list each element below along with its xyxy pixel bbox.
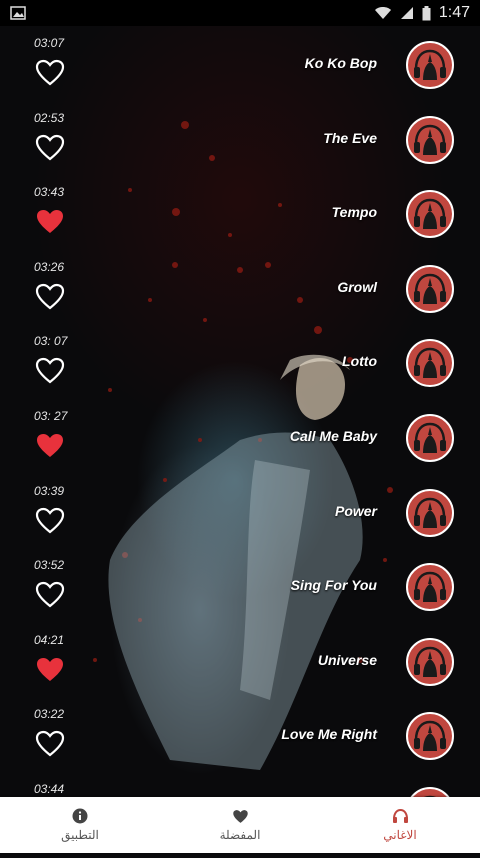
favorite-heart-icon[interactable] xyxy=(35,357,65,384)
favorite-heart-icon[interactable] xyxy=(35,283,65,310)
song-duration: 02:53 xyxy=(34,110,65,125)
song-row[interactable]: 03:44 xyxy=(0,772,480,797)
song-duration: 03:07 xyxy=(34,36,65,50)
song-row[interactable]: 02:53 The Eve xyxy=(0,101,480,176)
song-thumbnail-icon[interactable] xyxy=(405,413,455,463)
song-row[interactable]: 03:39 Power xyxy=(0,474,480,549)
song-thumbnail-icon[interactable] xyxy=(405,711,455,761)
song-thumbnail-icon[interactable] xyxy=(405,338,455,388)
nav-item-songs[interactable]: الاغاني xyxy=(320,797,480,853)
nav-item-app-info[interactable]: التطبيق xyxy=(0,797,160,853)
song-duration: 03:39 xyxy=(34,483,65,498)
signal-icon xyxy=(400,7,413,19)
favorite-heart-icon[interactable] xyxy=(35,432,65,459)
image-notification-icon xyxy=(10,6,26,20)
song-thumbnail-icon[interactable] xyxy=(405,264,455,314)
song-title: Ko Ko Bop xyxy=(304,55,377,71)
bottom-navigation: التطبيق المفضلة الاغاني xyxy=(0,797,480,853)
status-bar: 1:47 xyxy=(0,0,480,26)
song-duration: 03:44 xyxy=(34,781,65,796)
song-duration: 03:22 xyxy=(34,707,65,722)
song-thumbnail-icon[interactable] xyxy=(405,786,455,797)
song-title: The Eve xyxy=(323,129,377,146)
battery-icon xyxy=(422,5,431,20)
nav-label-songs: الاغاني xyxy=(383,828,417,842)
favorite-heart-icon[interactable] xyxy=(35,581,65,608)
song-row[interactable]: 03:26 Growl xyxy=(0,250,480,325)
info-icon xyxy=(72,808,88,824)
song-thumbnail-icon[interactable] xyxy=(405,637,455,687)
song-duration: 03: 07 xyxy=(34,334,68,349)
favorite-heart-icon[interactable] xyxy=(35,656,65,683)
song-title: Sing For You xyxy=(290,577,377,594)
song-thumbnail-icon[interactable] xyxy=(405,40,455,90)
song-row[interactable]: 03:07 Ko Ko Bop xyxy=(0,26,480,101)
headphones-icon xyxy=(392,808,408,823)
song-row[interactable]: 03:43 Tempo xyxy=(0,175,480,250)
nav-label-app-info: التطبيق xyxy=(61,828,99,842)
song-title: Love Me Right xyxy=(281,726,377,743)
song-duration: 04:21 xyxy=(34,632,65,647)
nav-item-favorites[interactable]: المفضلة xyxy=(160,797,320,853)
song-thumbnail-icon[interactable] xyxy=(405,115,455,165)
song-duration: 03:26 xyxy=(34,259,65,274)
song-title: Lotto xyxy=(342,353,377,370)
song-row[interactable]: 03:52 Sing For You xyxy=(0,548,480,623)
song-row[interactable]: 03:22 Love Me Right xyxy=(0,697,480,772)
wifi-icon xyxy=(374,7,391,19)
song-row[interactable]: 04:21 Universe xyxy=(0,623,480,698)
song-duration: 03:52 xyxy=(34,558,65,573)
song-title: Call Me Baby xyxy=(289,427,377,444)
song-title: Growl xyxy=(337,278,377,295)
song-thumbnail-icon[interactable] xyxy=(405,189,455,239)
song-thumbnail-icon[interactable] xyxy=(405,488,455,538)
song-duration: 03:43 xyxy=(34,185,65,200)
status-time: 1:47 xyxy=(438,4,470,21)
song-thumbnail-icon[interactable] xyxy=(405,562,455,612)
nav-label-favorites: المفضلة xyxy=(219,827,261,842)
song-duration: 03: 27 xyxy=(34,408,68,423)
song-list[interactable]: 03:07 Ko Ko Bop 02:53 The Eve 03:43 Temp… xyxy=(0,26,480,797)
song-title: Tempo xyxy=(331,204,377,221)
favorite-heart-icon[interactable] xyxy=(35,730,65,757)
favorite-heart-icon[interactable] xyxy=(35,134,65,161)
heart-icon xyxy=(232,809,248,823)
favorite-heart-icon[interactable] xyxy=(35,59,65,86)
song-title: Power xyxy=(334,502,377,519)
favorite-heart-icon[interactable] xyxy=(35,507,65,534)
song-row[interactable]: 03: 27 Call Me Baby xyxy=(0,399,480,474)
song-title: Universe xyxy=(317,651,377,668)
favorite-heart-icon[interactable] xyxy=(35,208,65,235)
song-row[interactable]: 03: 07 Lotto xyxy=(0,324,480,399)
